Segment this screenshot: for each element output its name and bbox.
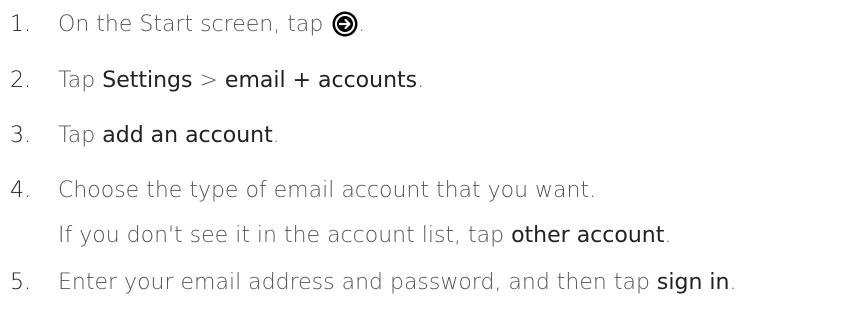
step-2: Tap Settings > email + accounts. <box>58 66 424 96</box>
settings-label: Settings <box>102 68 193 93</box>
step-3-prefix: Tap <box>58 123 103 148</box>
step-number-3: 3. <box>10 123 31 148</box>
arrow-right-circle-icon <box>332 11 358 37</box>
instruction-steps: 1. On the Start screen, tap . 2. Tap Set… <box>0 0 861 310</box>
step-number-1: 1. <box>10 12 31 37</box>
step-4-note-period: . <box>664 223 672 248</box>
step-4-note-prefix: If you don't see it in the account list,… <box>58 223 512 248</box>
step-4: Choose the type of email account that yo… <box>58 176 596 206</box>
step-2-prefix: Tap <box>58 68 103 93</box>
step-1: On the Start screen, tap . <box>58 10 365 40</box>
sign-in-label: sign in <box>656 270 730 295</box>
step-2-period: . <box>417 68 425 93</box>
step-2-separator: > <box>192 68 225 93</box>
step-number-2: 2. <box>10 68 31 93</box>
step-4-note: If you don't see it in the account list,… <box>58 221 671 251</box>
step-3: Tap add an account. <box>58 121 280 151</box>
step-1-period: . <box>358 12 366 37</box>
add-account-label: add an account <box>102 123 273 148</box>
other-account-label: other account <box>511 223 665 248</box>
step-3-period: . <box>272 123 280 148</box>
step-4-text: Choose the type of email account that yo… <box>58 178 597 203</box>
step-1-text: On the Start screen, tap <box>58 12 331 37</box>
step-5-prefix: Enter your email address and password, a… <box>58 270 657 295</box>
step-5-period: . <box>729 270 737 295</box>
step-number-5: 5. <box>10 270 31 295</box>
email-accounts-label: email + accounts <box>224 68 418 93</box>
step-5: Enter your email address and password, a… <box>58 268 736 298</box>
step-number-4: 4. <box>10 178 31 203</box>
